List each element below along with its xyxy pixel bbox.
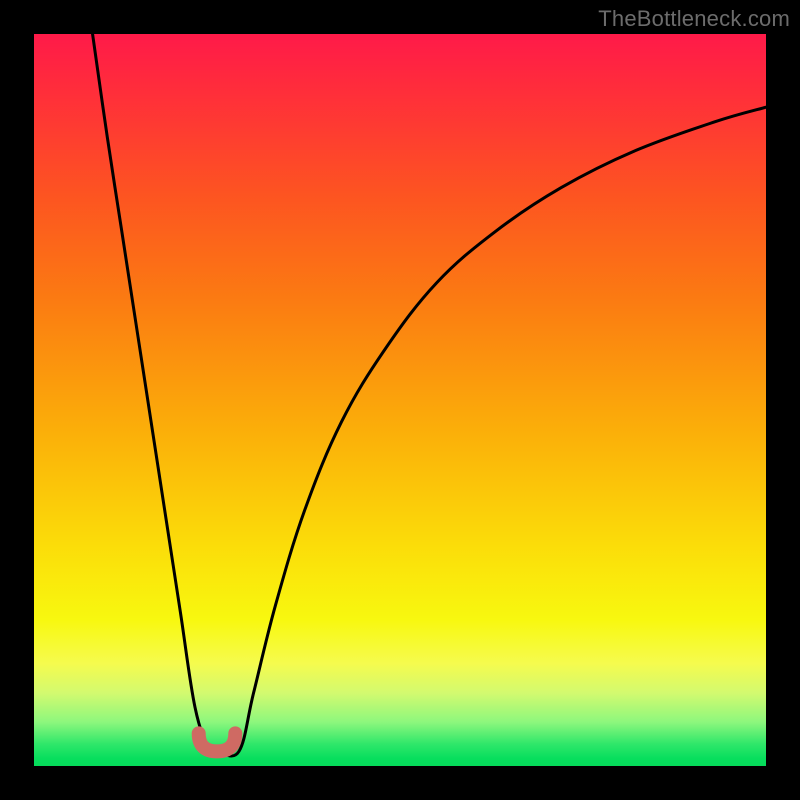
bottleneck-curve xyxy=(93,34,766,756)
watermark-text: TheBottleneck.com xyxy=(598,6,790,32)
chart-plot-area xyxy=(34,34,766,766)
chart-container: TheBottleneck.com xyxy=(0,0,800,800)
optimal-marker xyxy=(199,733,236,751)
chart-curves xyxy=(34,34,766,766)
